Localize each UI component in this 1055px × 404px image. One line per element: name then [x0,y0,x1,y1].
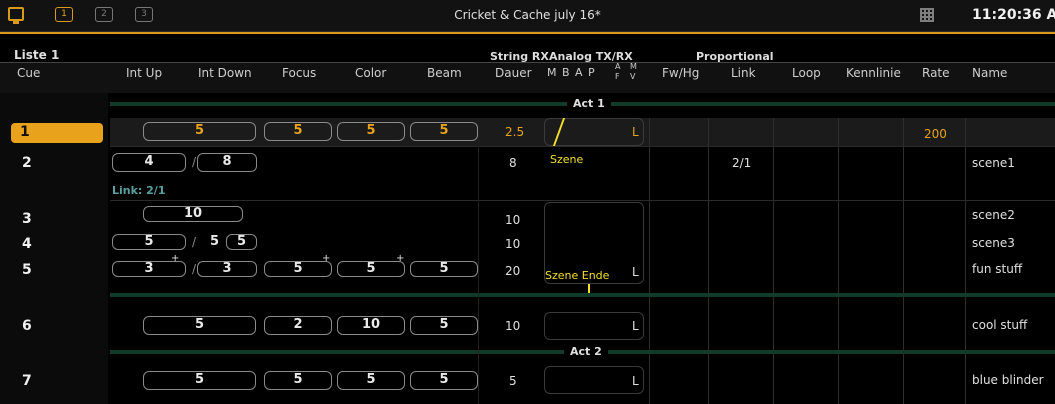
cue1-int-up-val: 5 [194,123,205,138]
act1-label: Act 1 [567,97,611,110]
cue1-color-val: 5 [366,123,376,138]
cue7-focus-val: 5 [293,372,303,387]
cue5-slash: / [192,262,197,276]
cue5-color-val: 5 [366,261,376,276]
cue-number-3[interactable]: 3 [22,211,32,227]
cue3-name: scene2 [972,208,1015,222]
col-sep-dauer [478,118,479,404]
col-kennlinie[interactable]: Kennlinie [846,66,901,80]
string-rx-header: String RX [490,50,549,63]
cue-number-2[interactable]: 2 [22,155,32,171]
col-fwhg[interactable]: Fw/Hg [662,66,699,80]
act2-label: Act 2 [564,345,608,358]
col-sep-kenn [838,118,839,404]
mbap-box-4 [544,366,644,394]
col-loop[interactable]: Loop [792,66,821,80]
cue6-flag: L [632,319,639,333]
cue7-int-up-val: 5 [194,372,205,387]
cue1-dauer: 2.5 [505,125,525,139]
cue4-int-down-val: 5 [210,234,220,249]
col-mv-top: M [630,62,637,71]
col-mv-bot: V [630,72,636,81]
cue5-int-up-plus: + [171,253,180,264]
col-name[interactable]: Name [972,66,1007,80]
title-underline [0,32,1055,34]
cue3-dauer: 10 [505,213,521,227]
cue2-slash: / [192,155,197,169]
szene-label: Szene [550,153,584,166]
cue4-int-down-extra-val: 5 [236,234,247,249]
cue6-dauer: 10 [505,319,521,333]
cue2-name: scene1 [972,156,1015,170]
col-rate[interactable]: Rate [922,66,950,80]
cue5-name: fun stuff [972,262,1023,276]
cue1-rate: 200 [924,127,947,141]
col-color[interactable]: Color [355,66,386,80]
window-title: Cricket & Cache july 16* [454,8,601,22]
cue7-name: blue blinder [972,373,1044,387]
cue6-color-val: 10 [361,317,381,332]
clock: 11:20:36 A [972,7,1055,23]
col-beam[interactable]: Beam [427,66,462,80]
cue2-link: 2/1 [732,156,752,170]
cue5-focus-plus: + [322,253,331,264]
link-label: Link: 2/1 [112,184,166,197]
proportional-header: Proportional [696,50,774,63]
col-mbap[interactable]: M B A P [547,66,596,79]
cue7-color-val: 5 [366,372,376,387]
col-sep-link [708,118,709,404]
scene-end-band [110,293,1055,297]
col-cue[interactable]: Cue [17,66,40,80]
cue7-dauer: 5 [509,374,517,388]
row-divider-1 [110,146,1055,147]
cue5-color-plus: + [396,253,405,264]
cue4-name: scene3 [972,236,1015,250]
szene-ende-label: Szene Ende [545,269,610,282]
grid-icon[interactable] [920,8,934,22]
cue-number-1: 1 [20,124,30,140]
col-int-up[interactable]: Int Up [126,66,162,80]
cue2-int-down-val: 8 [222,154,232,169]
col-sep-name [965,118,966,404]
cue5-dauer: 20 [505,264,521,278]
cue7-flag: L [632,374,639,388]
mbap-box-3 [544,312,644,340]
cue2-dauer: 8 [509,156,517,170]
row-divider-2 [110,200,1055,201]
cue4-int-up-val: 5 [144,234,154,249]
list-name: Liste 1 [14,48,60,62]
cue1-focus-val: 5 [293,123,303,138]
col-dauer[interactable]: Dauer [495,66,532,80]
col-sep-loop [773,118,774,404]
col-sep-fwhg [649,118,650,404]
cue7-beam-val: 5 [439,372,449,387]
col-link[interactable]: Link [731,66,756,80]
cue-number-4[interactable]: 4 [22,236,32,252]
cue5-int-down-val: 3 [222,261,232,276]
cue-number-7[interactable]: 7 [22,373,32,389]
cue-number-6[interactable]: 6 [22,318,32,334]
col-focus[interactable]: Focus [282,66,316,80]
col-int-down[interactable]: Int Down [198,66,252,80]
cue4-slash: / [192,235,197,249]
cue4-dauer: 10 [505,237,521,251]
cue6-focus-val: 2 [293,317,303,332]
col-af-bot: F [615,72,620,81]
cue6-int-up-val: 5 [194,317,205,332]
col-af-top: A [615,62,621,71]
cue5-beam-val: 5 [439,261,449,276]
col-sep-rate [903,118,904,404]
cue1-beam-val: 5 [439,123,449,138]
cue6-name: cool stuff [972,318,1028,332]
cue-number-5[interactable]: 5 [22,262,32,278]
cue3-int-up-val: 10 [183,206,203,221]
cue6-beam-val: 5 [439,317,449,332]
cue2-int-up-val: 4 [144,154,154,169]
title-bar: 1 2 3 Cricket & Cache july 16* 11:20:36 … [0,0,1055,32]
